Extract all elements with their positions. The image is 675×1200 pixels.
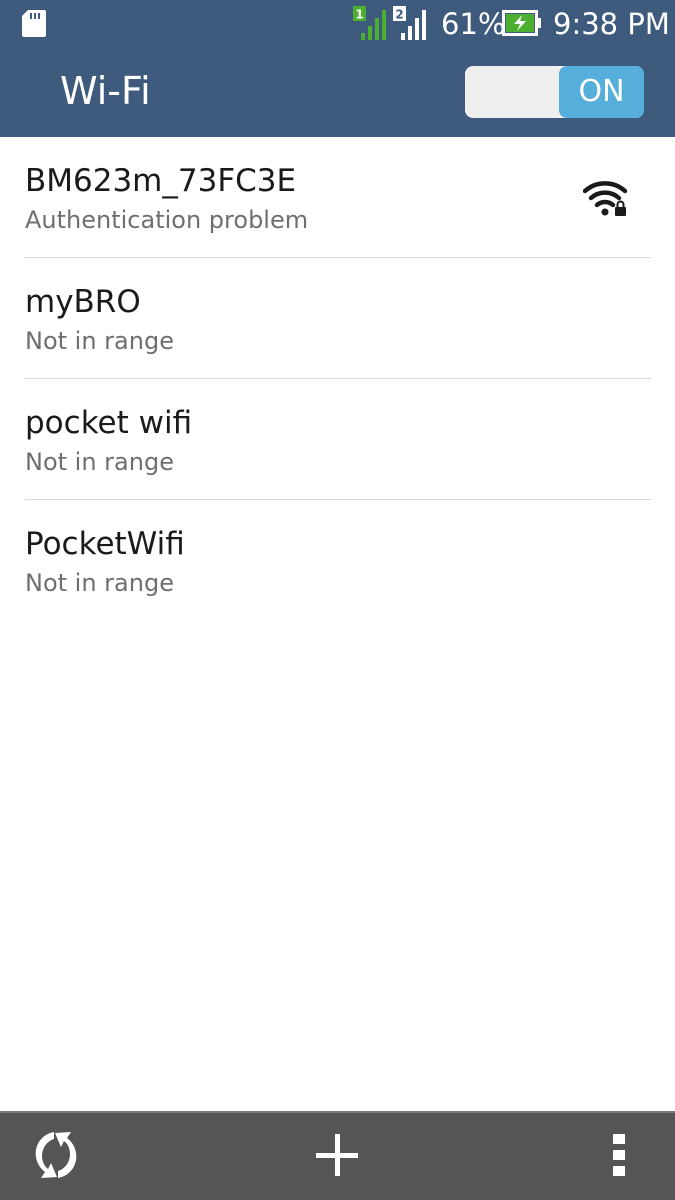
network-name: myBRO — [25, 284, 141, 320]
network-item-pocket-wifi[interactable]: pocket wifi Not in range — [0, 379, 675, 500]
wifi-toggle-label: ON — [559, 66, 644, 118]
sd-card-icon — [22, 10, 46, 37]
wifi-settings-screen: 1 2 61% 9:38 PM Wi-Fi ON BM623m_73FC3E A… — [0, 0, 675, 1200]
signal-sim1-icon: 1 — [353, 6, 386, 40]
signal-sim2-icon: 2 — [393, 6, 426, 40]
network-status: Not in range — [25, 569, 174, 597]
battery-charging-icon — [502, 10, 541, 36]
status-bar: 1 2 61% 9:38 PM — [0, 0, 675, 48]
more-options-button[interactable] — [588, 1123, 652, 1187]
more-vert-icon — [613, 1134, 625, 1176]
scan-icon — [35, 1132, 77, 1178]
network-item-mybro[interactable]: myBRO Not in range — [0, 258, 675, 379]
sim2-label: 2 — [395, 8, 403, 22]
network-name: pocket wifi — [25, 405, 193, 441]
network-item-pocketwifi[interactable]: PocketWifi Not in range — [0, 500, 675, 621]
wifi-signal-locked-icon — [583, 181, 628, 216]
wifi-toggle[interactable]: ON — [465, 66, 644, 118]
network-name: PocketWifi — [25, 526, 185, 562]
network-status: Authentication problem — [25, 206, 309, 234]
bottom-action-bar — [0, 1111, 675, 1200]
network-name: BM623m_73FC3E — [25, 163, 297, 199]
add-network-button[interactable] — [305, 1123, 369, 1187]
scan-button[interactable] — [24, 1123, 88, 1187]
network-item-bm623m[interactable]: BM623m_73FC3E Authentication problem — [0, 137, 675, 258]
page-title: Wi-Fi — [60, 69, 151, 113]
status-time: 9:38 PM — [553, 7, 670, 41]
top-header: 1 2 61% 9:38 PM Wi-Fi ON — [0, 0, 675, 137]
battery-percentage: 61% — [441, 7, 506, 41]
network-status: Not in range — [25, 327, 174, 355]
sim1-label: 1 — [355, 8, 363, 22]
app-bar: Wi-Fi ON — [0, 48, 675, 137]
plus-icon — [316, 1134, 358, 1176]
network-status: Not in range — [25, 448, 174, 476]
network-list: BM623m_73FC3E Authentication problem myB… — [0, 137, 675, 621]
